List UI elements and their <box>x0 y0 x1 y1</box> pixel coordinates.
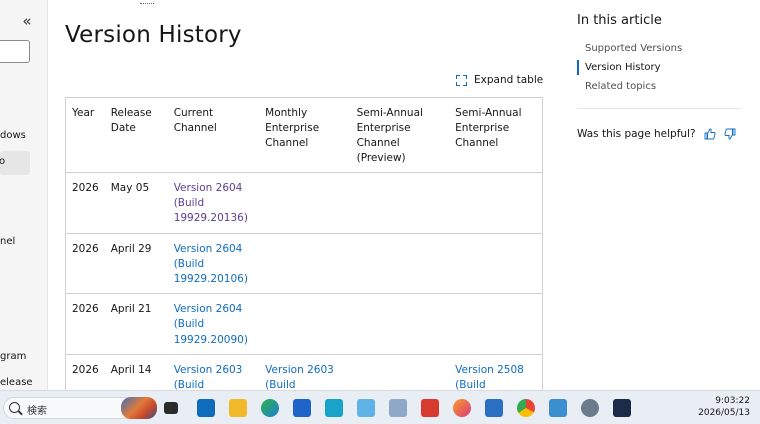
cell-date: May 05 <box>104 172 168 234</box>
nav-filter-input[interactable] <box>0 40 30 63</box>
edge-icon[interactable] <box>261 399 279 417</box>
settings-gear-icon[interactable] <box>581 399 599 417</box>
thumbs-up-icon[interactable] <box>704 128 716 140</box>
toc-divider <box>577 108 741 109</box>
nav-item[interactable]: dows <box>0 130 26 141</box>
app-cube-icon[interactable] <box>613 399 631 417</box>
expand-table-label: Expand table <box>474 74 544 86</box>
cell-year: 2026 <box>65 233 105 295</box>
taskbar-clock[interactable]: 9:03:22 2026/05/13 <box>698 395 750 419</box>
collapse-nav-icon[interactable]: « <box>18 12 36 30</box>
nav-item[interactable]: nel <box>0 236 15 247</box>
taskbar: 検索 9:03:22 2026/05/13 <box>0 390 760 424</box>
outlook-icon[interactable] <box>197 399 215 417</box>
version-link[interactable]: Version 2604 (Build 19929.20106) <box>174 243 248 285</box>
task-view-icon[interactable] <box>164 402 178 414</box>
search-icon <box>9 402 20 413</box>
chrome-icon[interactable] <box>517 399 535 417</box>
clock-time: 9:03:22 <box>715 396 750 406</box>
version-history-table: Year Release Date Current Channel Monthl… <box>65 97 543 424</box>
nav-item[interactable]: gram <box>0 351 26 362</box>
notepad-icon[interactable] <box>485 399 503 417</box>
col-monthly-enterprise: Monthly Enterprise Channel <box>259 97 351 173</box>
cell-preview <box>350 233 450 295</box>
cut-off-text <box>140 0 154 4</box>
version-link[interactable]: Version 2604 (Build 19929.20136) <box>174 182 248 224</box>
thumbs-down-icon[interactable] <box>724 128 736 140</box>
expand-table-button[interactable]: Expand table <box>456 74 543 86</box>
col-current-channel: Current Channel <box>167 97 260 173</box>
table-row: 2026 May 05 Version 2604 (Build 19929.20… <box>65 172 543 234</box>
col-release-date: Release Date <box>104 97 168 173</box>
table-row: 2026 April 29 Version 2604 (Build 19929.… <box>65 233 543 295</box>
page-title: Version History <box>65 22 242 48</box>
cell-year: 2026 <box>65 172 105 234</box>
cell-preview <box>350 293 450 355</box>
toc-title: In this article <box>577 13 662 28</box>
nav-item[interactable]: elease <box>0 377 33 388</box>
col-semi-annual-preview: Semi-Annual Enterprise Channel (Preview) <box>350 97 450 173</box>
app-icon[interactable] <box>357 399 375 417</box>
toc-item-version-history[interactable]: Version History <box>577 59 741 78</box>
store-icon[interactable] <box>293 399 311 417</box>
cell-preview <box>350 172 450 234</box>
nav-item-selected[interactable]: o <box>0 151 30 175</box>
table-row: 2026 April 21 Version 2604 (Build 19929.… <box>65 293 543 355</box>
col-semi-annual: Semi-Annual Enterprise Channel <box>449 97 543 173</box>
col-year: Year <box>65 97 105 173</box>
cell-date: April 21 <box>104 293 168 355</box>
search-highlight-image <box>121 397 157 419</box>
network-icon[interactable] <box>549 399 567 417</box>
cell-monthly <box>259 233 351 295</box>
clock-date: 2026/05/13 <box>698 408 750 418</box>
toc-item-related-topics[interactable]: Related topics <box>577 78 741 97</box>
file-explorer-icon[interactable] <box>229 399 247 417</box>
table-header-row: Year Release Date Current Channel Monthl… <box>65 97 543 173</box>
taskbar-search[interactable]: 検索 <box>3 397 157 419</box>
pdf-icon[interactable] <box>421 399 439 417</box>
version-link[interactable]: Version 2604 (Build 19929.20090) <box>174 303 248 345</box>
feedback-row: Was this page helpful? <box>577 128 736 140</box>
feedback-question: Was this page helpful? <box>577 128 696 140</box>
remote-desktop-icon[interactable] <box>325 399 343 417</box>
toc-item-supported-versions[interactable]: Supported Versions <box>577 40 741 59</box>
cell-semi <box>449 172 543 234</box>
cell-semi <box>449 293 543 355</box>
left-nav: « dows o nel gram elease <box>0 0 48 390</box>
cell-monthly <box>259 172 351 234</box>
control-panel-icon[interactable] <box>389 399 407 417</box>
toc-list: Supported Versions Version History Relat… <box>577 40 741 97</box>
cell-semi <box>449 233 543 295</box>
cell-year: 2026 <box>65 293 105 355</box>
cell-monthly <box>259 293 351 355</box>
search-placeholder: 検索 <box>27 406 47 417</box>
firefox-icon[interactable] <box>453 399 471 417</box>
cell-date: April 29 <box>104 233 168 295</box>
expand-icon <box>456 74 467 86</box>
